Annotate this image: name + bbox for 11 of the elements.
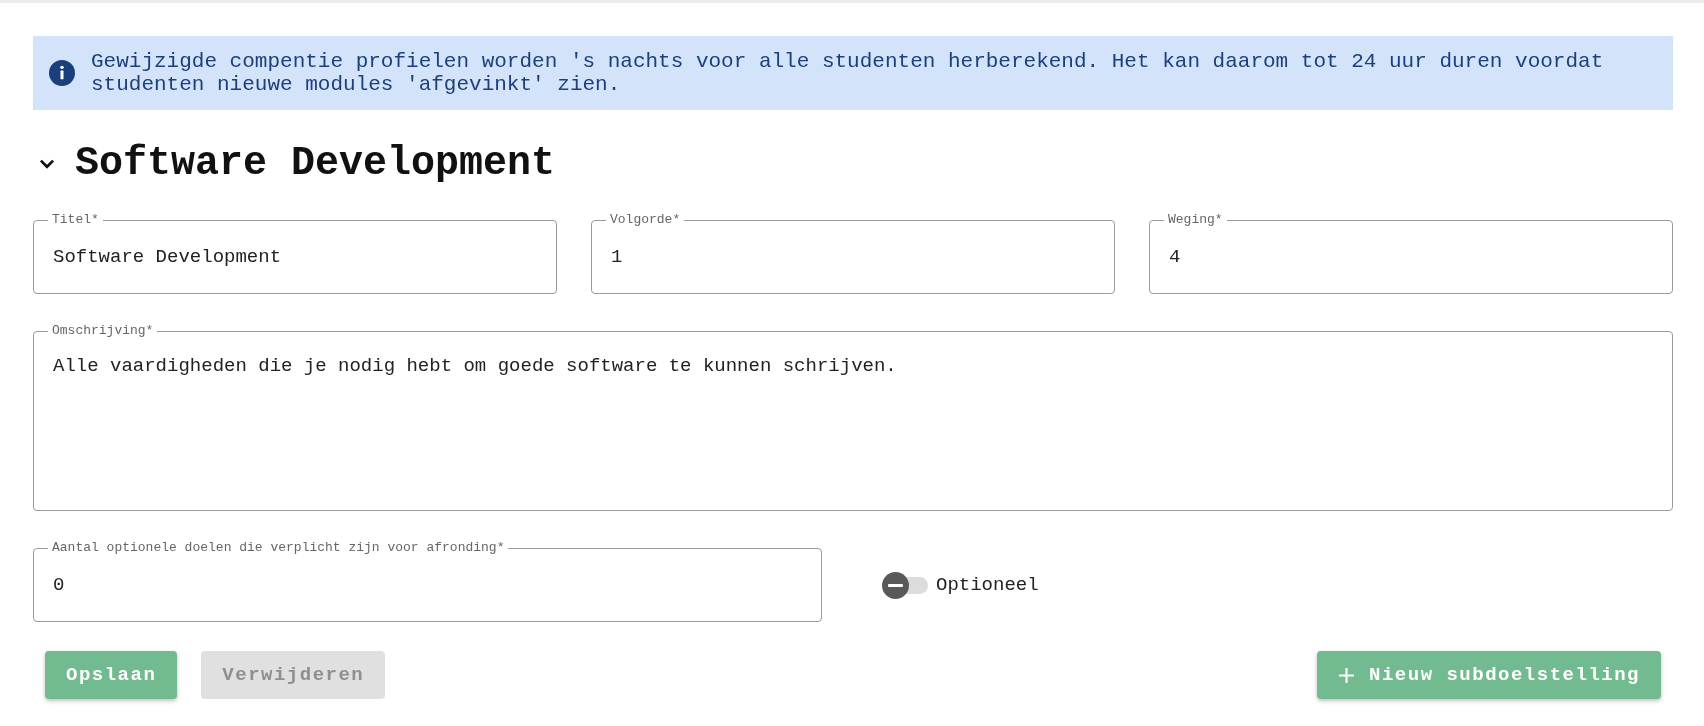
- section-title: Software Development: [75, 140, 556, 188]
- info-icon: [49, 60, 75, 86]
- field-label: Volgorde*: [606, 212, 685, 227]
- toggle-label: Optioneel: [936, 574, 1039, 596]
- field-label: Aantal optionele doelen die verplicht zijn voor afronding*: [48, 540, 509, 555]
- field-label: Weging*: [1164, 212, 1227, 227]
- toggle-switch[interactable]: [882, 571, 930, 599]
- chevron-icon[interactable]: [39, 159, 55, 169]
- info-message: Gewijzigde compentie profielen worden 's nachts voor alle studenten herberekend. Het kan daarom tot 24 uur duren voordat studenten nieuwe modules 'afgevinkt' zien.: [91, 50, 1605, 96]
- plus-icon: [1338, 666, 1356, 684]
- field-label: Omschrijving*: [48, 323, 158, 338]
